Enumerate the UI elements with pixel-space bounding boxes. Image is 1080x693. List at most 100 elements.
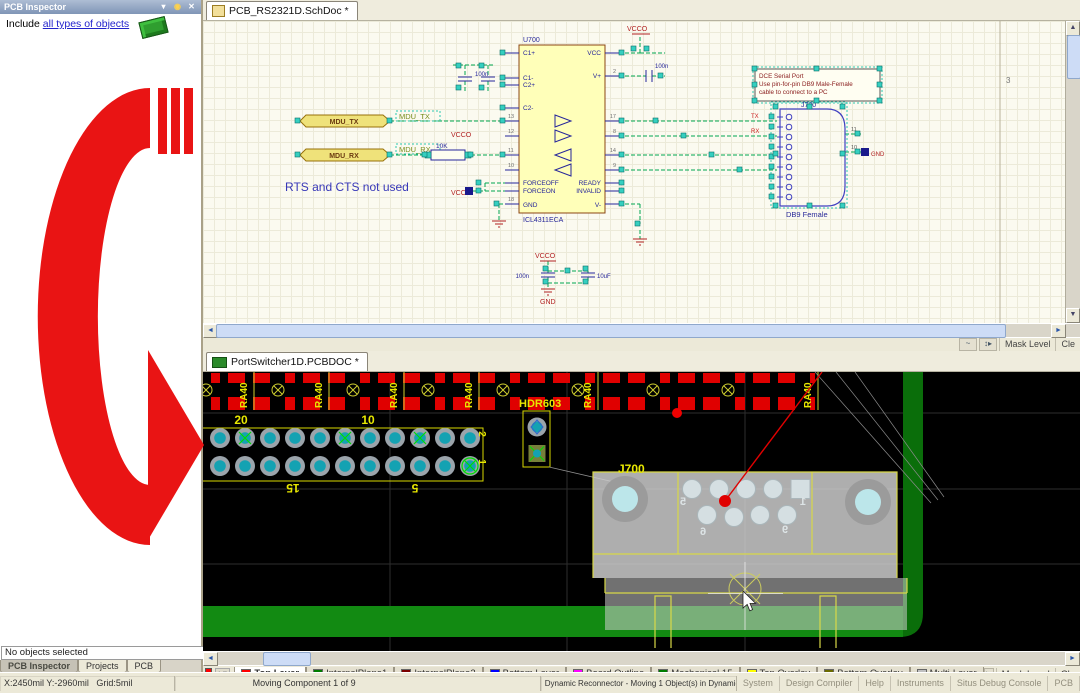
selection-status: No objects selected xyxy=(1,646,204,660)
sch-hscrollbar[interactable]: ◄ ► xyxy=(203,323,1080,337)
pcb-board-icon xyxy=(138,16,168,39)
port-mdu-tx[interactable]: MDU_TX xyxy=(300,115,390,127)
cap-value: 100n xyxy=(516,274,529,280)
pin-number: 11 xyxy=(508,148,514,154)
port-tx-label: MDU_TX xyxy=(330,119,359,126)
sch-vscroll-thumb[interactable] xyxy=(1067,35,1080,79)
gnd-label-caps: GND xyxy=(540,299,556,306)
ic-pin-c1p: C1+ xyxy=(523,50,535,57)
sch-vscrollbar[interactable]: ▲ ▼ xyxy=(1065,21,1080,323)
net-label-rx2: RX xyxy=(751,129,759,135)
ic-designator: U700 xyxy=(523,37,540,44)
schematic-canvas[interactable]: 3 xyxy=(203,21,1080,323)
chevron-down-icon[interactable]: ▾ xyxy=(158,2,169,12)
panel-buttons: System Design Compiler Help Instruments … xyxy=(737,676,1080,691)
clear-button[interactable]: Cle xyxy=(1055,338,1080,351)
panel-button-help[interactable]: Help xyxy=(859,676,891,691)
resistor[interactable]: 10K xyxy=(425,143,471,160)
power-port-square xyxy=(465,187,473,195)
editor-area: PCB_RS2321D.SchDoc * 3 xyxy=(203,0,1080,672)
silk-number-5: 5 xyxy=(411,481,418,495)
schematic-tabbar: PCB_RS2321D.SchDoc * xyxy=(203,0,1080,21)
ic-transceiver[interactable]: C1+ C1- C2+ C2- FORCEOFF FORCEON GND VCC… xyxy=(505,37,619,224)
pin-number: 12 xyxy=(508,129,514,135)
silk-row-2: 2 xyxy=(476,431,487,437)
sheet-border: 3 xyxy=(1000,21,1011,323)
resistor-array-pads: RA40 RA40 RA40 RA40 RA40 RA40 xyxy=(203,372,818,410)
status-moving: Moving Component 1 of 9 xyxy=(175,676,541,691)
status-coordinates: X:2450mil Y:-2960mil Grid:5mil xyxy=(0,676,175,691)
resistor-value: 10K xyxy=(436,143,448,150)
panel-tab-strip: PCB Inspector Projects PCB xyxy=(0,660,201,672)
grid-setting: Grid:5mil xyxy=(96,678,132,688)
sch-annotation: RTS and CTS not used xyxy=(285,180,409,194)
mask-level-button[interactable]: Mask Level xyxy=(999,338,1056,351)
ic-part-number: ICL4311ECA xyxy=(523,217,564,224)
silk-number-20: 20 xyxy=(234,413,248,427)
cursor-coordinates: X:2450mil Y:-2960mil xyxy=(4,678,89,688)
vcco-label-mid: VCCO xyxy=(451,132,472,139)
port-mdu-rx[interactable]: MDU_RX xyxy=(300,149,390,161)
silk-ra-label: RA40 xyxy=(389,382,400,408)
db9-connector[interactable]: J700 DB9 Female xyxy=(771,102,869,219)
panel-title-bar[interactable]: PCB Inspector ▾ ◉ ✕ xyxy=(0,0,201,14)
close-icon[interactable]: ✕ xyxy=(186,2,197,12)
tab-pcbdoc[interactable]: PortSwitcher1D.PCBDOC * xyxy=(206,352,368,371)
header-connector: 20 10 15 5 2 1 xyxy=(203,413,487,495)
net-label-tx2: TX xyxy=(751,114,759,120)
tab-schdoc[interactable]: PCB_RS2321D.SchDoc * xyxy=(206,1,358,20)
pin-number: 2 xyxy=(613,69,616,75)
silk-row-1: 1 xyxy=(476,459,487,465)
sch-hscroll-thumb[interactable] xyxy=(216,324,1006,338)
filter-icons[interactable]: ↕▸ xyxy=(979,338,997,351)
wire-tool-icon[interactable]: ~ xyxy=(959,338,977,351)
j700-footprint[interactable]: 5 1 6 9 xyxy=(593,472,907,648)
note-line-1: DCE Serial Port xyxy=(759,73,804,80)
cap-value: 100n xyxy=(475,72,488,78)
panel-button-pcb[interactable]: PCB xyxy=(1048,676,1080,691)
status-mode: Dynamic Reconnector - Moving 1 Object(s)… xyxy=(541,676,737,691)
pcb-canvas[interactable]: RA40 RA40 RA40 RA40 RA40 RA40 xyxy=(203,372,1080,651)
pin-icon[interactable]: ◉ xyxy=(172,2,183,12)
pin-number: 10 xyxy=(508,163,514,169)
sch-mask-strip: ~ ↕▸ Mask Level Cle xyxy=(203,337,1080,351)
ic-pin-c2p: C2+ xyxy=(523,82,535,89)
cap-value: 100n xyxy=(655,64,668,70)
scroll-up-icon[interactable]: ▲ xyxy=(1066,21,1080,36)
pin-number: 13 xyxy=(508,114,514,120)
scroll-right-icon[interactable]: ► xyxy=(1065,652,1080,666)
pcb-hscroll-thumb[interactable] xyxy=(263,652,311,666)
schdoc-tab-label: PCB_RS2321D.SchDoc * xyxy=(229,5,349,17)
note-line-2: Use pin-for-pin DB9 Male-Female xyxy=(759,81,853,88)
db9-type-label: DB9 Female xyxy=(786,210,828,219)
panel-button-system[interactable]: System xyxy=(737,676,780,691)
pcbdoc-tab-label: PortSwitcher1D.PCBDOC * xyxy=(231,356,359,368)
panel-title: PCB Inspector xyxy=(4,2,66,12)
status-bar: X:2450mil Y:-2960mil Grid:5mil Moving Co… xyxy=(0,672,1080,693)
ic-pin-ready: READY xyxy=(579,180,602,187)
red-marker-dot xyxy=(672,408,682,418)
pcb-hscrollbar[interactable]: ◄ ► xyxy=(203,651,1080,665)
include-label: Include xyxy=(6,18,40,30)
panel-button-situs-debug[interactable]: Situs Debug Console xyxy=(951,676,1049,691)
note-box[interactable]: DCE Serial Port Use pin-for-pin DB9 Male… xyxy=(753,67,882,103)
gnd-label-db9: GND xyxy=(871,152,885,158)
pcb-tabbar: PortSwitcher1D.PCBDOC * xyxy=(203,351,1080,372)
silk-ra-label: RA40 xyxy=(239,382,250,408)
include-filter-link[interactable]: all types of objects xyxy=(43,18,129,30)
ic-pin-vcc: VCC xyxy=(587,50,601,57)
pin-number: 9 xyxy=(613,163,616,169)
pin-number: 8 xyxy=(613,129,616,135)
scroll-left-icon[interactable]: ◄ xyxy=(203,652,218,666)
include-row: Include all types of objects xyxy=(0,14,201,46)
panel-button-instruments[interactable]: Instruments xyxy=(891,676,951,691)
panel-button-design-compiler[interactable]: Design Compiler xyxy=(780,676,860,691)
ic-pin-forceon: FORCEON xyxy=(523,188,556,195)
net-label-tx: MDU_TX xyxy=(399,112,430,121)
port-rx-label: MDU_RX xyxy=(329,153,359,160)
ic-pin-forceoff: FORCEOFF xyxy=(523,180,559,187)
sheet-zone-label: 3 xyxy=(1006,76,1011,85)
scroll-right-icon[interactable]: ► xyxy=(1051,324,1066,338)
hdr603-label: HDR603 xyxy=(519,398,561,410)
scroll-down-icon[interactable]: ▼ xyxy=(1066,308,1080,323)
